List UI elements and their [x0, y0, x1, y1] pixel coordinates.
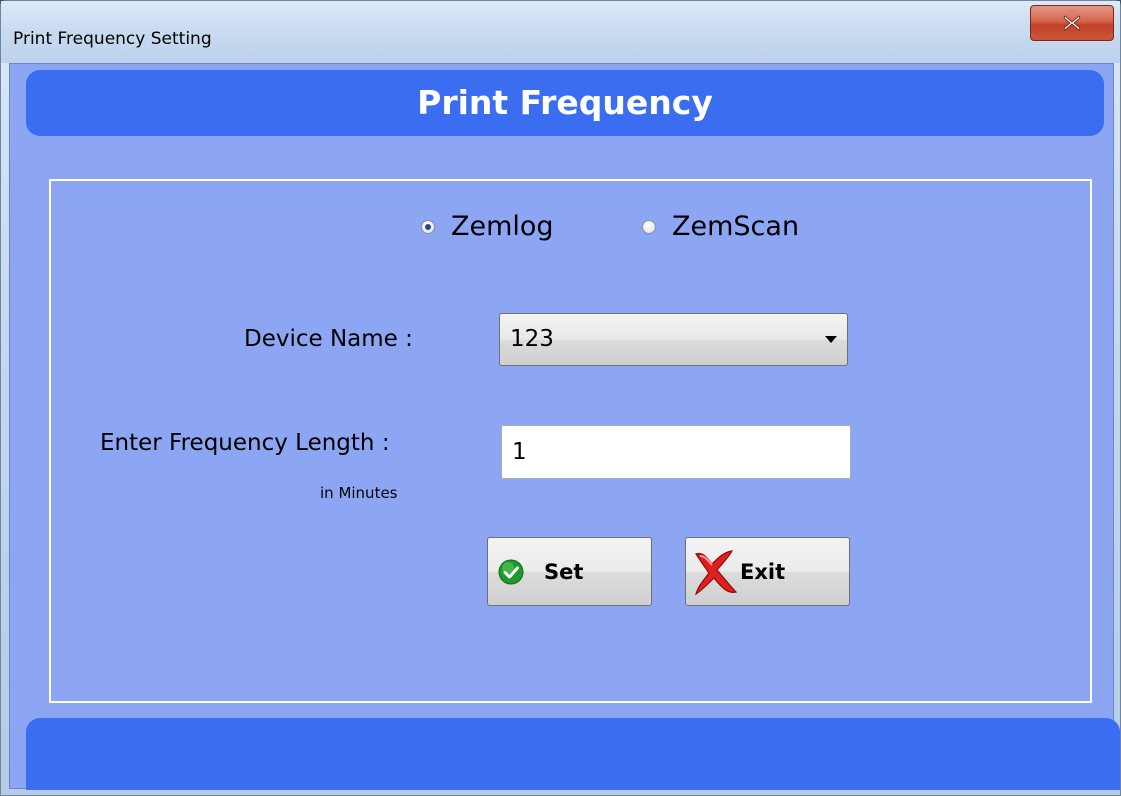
client-area: Print Frequency Zemlog ZemScan Device Na…: [9, 63, 1120, 790]
radio-checked-icon[interactable]: [421, 219, 435, 234]
header-bar: Print Frequency: [26, 70, 1104, 136]
radio-zemlog-label: Zemlog: [451, 211, 554, 242]
check-circle-icon: [498, 559, 524, 585]
radio-zemlog[interactable]: Zemlog: [421, 211, 554, 242]
exit-button-label: Exit: [740, 559, 786, 584]
radio-zemscan[interactable]: ZemScan: [642, 211, 799, 242]
close-button[interactable]: [1030, 5, 1114, 41]
footer-bar: [26, 718, 1120, 790]
device-name-value: 123: [510, 326, 554, 352]
radio-zemscan-label: ZemScan: [672, 211, 800, 242]
device-name-select[interactable]: 123: [499, 313, 848, 366]
frequency-length-label: Enter Frequency Length :: [100, 430, 390, 456]
set-button-label: Set: [544, 559, 584, 584]
window-title: Print Frequency Setting: [13, 29, 212, 49]
frequency-unit-label: in Minutes: [320, 484, 398, 502]
title-bar[interactable]: Print Frequency Setting: [1, 1, 1120, 63]
device-name-label: Device Name :: [244, 326, 413, 352]
set-button[interactable]: Set: [487, 537, 652, 606]
red-x-icon: [692, 548, 738, 596]
close-x-icon: [1063, 15, 1081, 31]
frequency-length-field[interactable]: [501, 425, 851, 479]
exit-button[interactable]: Exit: [685, 537, 850, 606]
window: Print Frequency Setting Print Frequency …: [0, 0, 1121, 796]
page-title: Print Frequency: [417, 83, 713, 122]
frequency-length-input[interactable]: [502, 426, 850, 478]
radio-unchecked-icon[interactable]: [642, 219, 656, 234]
dropdown-arrow-icon[interactable]: [825, 336, 837, 343]
